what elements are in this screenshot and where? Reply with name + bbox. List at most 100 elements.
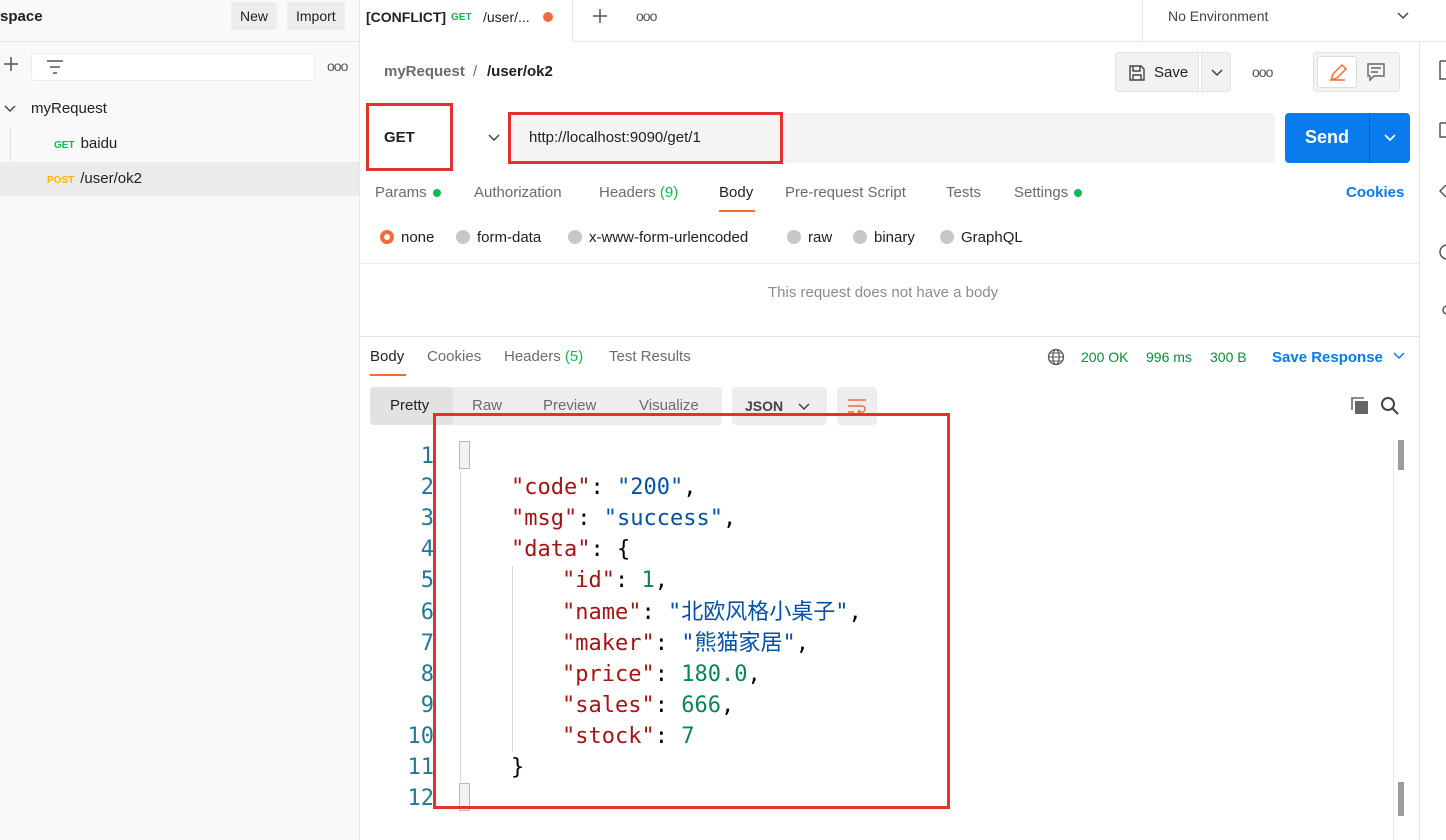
breadcrumb-collection[interactable]: myRequest <box>384 63 465 80</box>
filter-icon <box>47 60 63 74</box>
save-options-button[interactable] <box>1201 52 1231 92</box>
view-preview[interactable]: Preview <box>543 397 596 414</box>
radio-graphql[interactable]: GraphQL <box>940 229 1023 246</box>
request-more-icon[interactable]: ooo <box>1252 64 1273 80</box>
radio-urlencoded[interactable]: x-www-form-urlencoded <box>568 229 748 246</box>
scrollbar-thumb-bottom[interactable] <box>1398 782 1404 816</box>
line-number: 12 <box>407 786 435 811</box>
line-number: 7 <box>420 631 434 656</box>
tab-bar: [CONFLICT] GET /user/... ooo No Environm… <box>360 0 1446 42</box>
view-pretty[interactable]: Pretty <box>390 397 429 414</box>
radio-icon <box>853 230 867 244</box>
tab-pre-request-script[interactable]: Pre-request Script <box>785 184 906 201</box>
tab-more-icon[interactable]: ooo <box>636 8 657 24</box>
resp-tab-headers[interactable]: Headers (5) <box>504 348 583 365</box>
url-highlight-box <box>508 112 783 164</box>
radio-form-data[interactable]: form-data <box>456 229 541 246</box>
chevron-down-icon <box>488 134 500 142</box>
resp-tab-body[interactable]: Body <box>370 348 404 365</box>
line-number: 6 <box>420 600 434 625</box>
save-label: Save <box>1154 64 1189 81</box>
empty-body-message: This request does not have a body <box>768 284 999 301</box>
filter-input[interactable] <box>31 53 315 81</box>
divider <box>360 263 1419 264</box>
params-indicator-icon <box>432 189 441 198</box>
tab-request[interactable]: [CONFLICT] GET /user/... <box>360 0 573 42</box>
search-icon[interactable] <box>1380 396 1400 416</box>
view-visualize[interactable]: Visualize <box>639 397 699 414</box>
radio-selected-icon <box>380 230 394 244</box>
view-raw[interactable]: Raw <box>472 397 502 414</box>
related-icon[interactable] <box>1440 304 1446 316</box>
settings-indicator-icon <box>1074 189 1083 198</box>
scrollbar-thumb[interactable] <box>1398 440 1404 470</box>
divider <box>360 336 1419 337</box>
save-response-button[interactable]: Save Response <box>1272 349 1405 366</box>
chevron-down-icon <box>798 403 810 411</box>
environment-select[interactable]: No Environment <box>1142 0 1422 42</box>
method-highlight-box <box>366 103 453 171</box>
tab-headers[interactable]: Headers (9) <box>599 184 678 201</box>
send-label: Send <box>1305 127 1350 147</box>
active-tab-underline <box>370 374 406 376</box>
right-sidebar <box>1419 42 1446 840</box>
method-badge: POST <box>47 175 75 186</box>
comments-icon[interactable] <box>1439 122 1446 138</box>
radio-icon <box>456 230 470 244</box>
line-number: 5 <box>420 568 434 593</box>
save-icon <box>1129 65 1145 81</box>
plus-icon[interactable] <box>2 55 20 73</box>
response-time[interactable]: 996 ms <box>1146 349 1192 365</box>
cookies-link[interactable]: Cookies <box>1346 184 1404 201</box>
workspace-title: space <box>0 8 43 25</box>
radio-none[interactable]: none <box>380 229 434 246</box>
format-label: JSON <box>745 398 784 414</box>
radio-binary[interactable]: binary <box>853 229 915 246</box>
status-code[interactable]: 200 OK <box>1081 349 1128 365</box>
comment-mode-icon[interactable] <box>1366 62 1386 82</box>
tab-settings[interactable]: Settings <box>1014 184 1083 201</box>
new-tab-plus-icon[interactable] <box>591 7 609 25</box>
unsaved-dot-icon <box>543 12 553 22</box>
scrollbar[interactable] <box>1393 440 1405 840</box>
documentation-icon[interactable] <box>1439 60 1446 80</box>
request-item-baidu[interactable]: GET baidu <box>0 127 359 161</box>
radio-icon <box>940 230 954 244</box>
mode-toggle <box>1313 52 1400 92</box>
copy-icon[interactable] <box>1350 396 1370 416</box>
radio-raw[interactable]: raw <box>787 229 832 246</box>
collection-name: myRequest <box>31 100 107 117</box>
radio-icon <box>568 230 582 244</box>
tab-conflict-label: [CONFLICT] <box>366 9 447 25</box>
tab-tests[interactable]: Tests <box>946 184 981 201</box>
sidebar: space New Import ooo myRequest GET baidu … <box>0 0 360 840</box>
more-options-icon[interactable]: ooo <box>327 58 348 74</box>
chevron-down-icon[interactable] <box>1384 133 1396 143</box>
tab-body[interactable]: Body <box>719 184 753 201</box>
tab-authorization[interactable]: Authorization <box>474 184 562 201</box>
resp-tab-test-results[interactable]: Test Results <box>609 348 691 365</box>
method-badge: GET <box>54 140 75 151</box>
code-icon[interactable] <box>1439 184 1446 198</box>
chevron-down-icon <box>1397 12 1409 20</box>
response-size[interactable]: 300 B <box>1210 349 1247 365</box>
chevron-down-icon <box>1211 69 1223 77</box>
info-icon[interactable] <box>1439 244 1446 260</box>
request-item-ok2[interactable]: POST/user/ok2 <box>0 162 359 196</box>
request-name: baidu <box>80 135 118 152</box>
send-divider <box>1369 113 1370 163</box>
tab-params[interactable]: Params <box>375 184 441 201</box>
resp-tab-cookies[interactable]: Cookies <box>427 348 481 365</box>
new-button[interactable]: New <box>231 2 278 30</box>
send-button[interactable]: Send <box>1285 113 1410 163</box>
line-number: 3 <box>420 506 434 531</box>
globe-icon[interactable] <box>1047 348 1065 366</box>
collection-item[interactable]: myRequest <box>0 92 359 126</box>
tab-title: /user/... <box>483 9 530 25</box>
line-number: 4 <box>420 537 434 562</box>
save-button[interactable]: Save <box>1115 52 1199 92</box>
edit-mode-button[interactable] <box>1317 56 1357 88</box>
request-name: /user/ok2 <box>80 170 142 187</box>
environment-label: No Environment <box>1168 8 1269 24</box>
import-button[interactable]: Import <box>287 2 345 30</box>
